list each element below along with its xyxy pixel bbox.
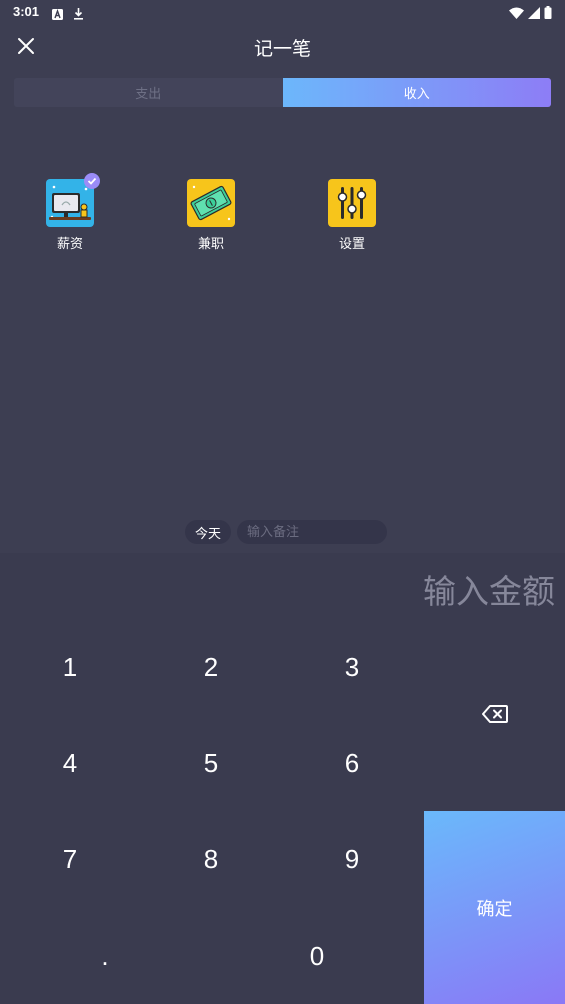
- memo-input[interactable]: [237, 520, 388, 544]
- text-a-icon: [52, 5, 63, 24]
- battery-icon: [544, 4, 552, 23]
- backspace-icon: [481, 705, 508, 723]
- category-label-settings: 设置: [338, 237, 365, 252]
- backspace-button[interactable]: [424, 666, 565, 762]
- signal-icon: [528, 4, 540, 23]
- wifi-icon: [509, 4, 524, 23]
- salary-monitor-icon: [46, 173, 100, 227]
- key-7[interactable]: 7: [0, 811, 140, 907]
- download-icon: [73, 5, 84, 24]
- key-0[interactable]: 0: [247, 908, 387, 1004]
- key-3[interactable]: 3: [282, 619, 422, 715]
- category-grid: 薪资 兼职 设置: [0, 173, 565, 265]
- status-right-icons: [509, 4, 552, 23]
- key-9[interactable]: 9: [282, 811, 422, 907]
- settings-sliders-icon: [328, 179, 376, 227]
- key-6[interactable]: 6: [282, 715, 422, 811]
- selected-check-icon: [84, 173, 100, 189]
- category-item-parttime[interactable]: 兼职: [171, 175, 251, 252]
- tab-income[interactable]: 收入: [282, 78, 551, 107]
- key-4[interactable]: 4: [0, 715, 140, 811]
- key-dot[interactable]: .: [35, 908, 175, 1004]
- category-item-salary[interactable]: 薪资: [30, 173, 110, 252]
- key-2[interactable]: 2: [141, 619, 281, 715]
- status-left-icons: [52, 5, 84, 24]
- category-label-salary: 薪资: [56, 237, 83, 252]
- amount-display[interactable]: 输入金额: [423, 565, 555, 613]
- header: 记一笔: [0, 24, 565, 70]
- parttime-money-icon: [187, 179, 235, 227]
- key-1[interactable]: 1: [0, 619, 140, 715]
- status-time: 3:01: [13, 4, 40, 19]
- memo-row: 今天: [185, 520, 388, 544]
- confirm-button[interactable]: 确定: [424, 811, 565, 1004]
- keypad-area: 输入金额 1 2 3 4 5 6 7 8 9 . 0 确定: [0, 553, 565, 1004]
- category-item-settings[interactable]: 设置: [312, 175, 392, 252]
- key-5[interactable]: 5: [141, 715, 281, 811]
- key-8[interactable]: 8: [141, 811, 281, 907]
- page-title: 记一笔: [253, 38, 311, 60]
- tab-expense[interactable]: 支出: [14, 78, 283, 107]
- category-label-parttime: 兼职: [197, 237, 224, 252]
- status-bar: 3:01: [0, 0, 565, 24]
- date-picker-button[interactable]: 今天: [185, 520, 232, 544]
- type-tabs: 支出 收入: [14, 78, 551, 107]
